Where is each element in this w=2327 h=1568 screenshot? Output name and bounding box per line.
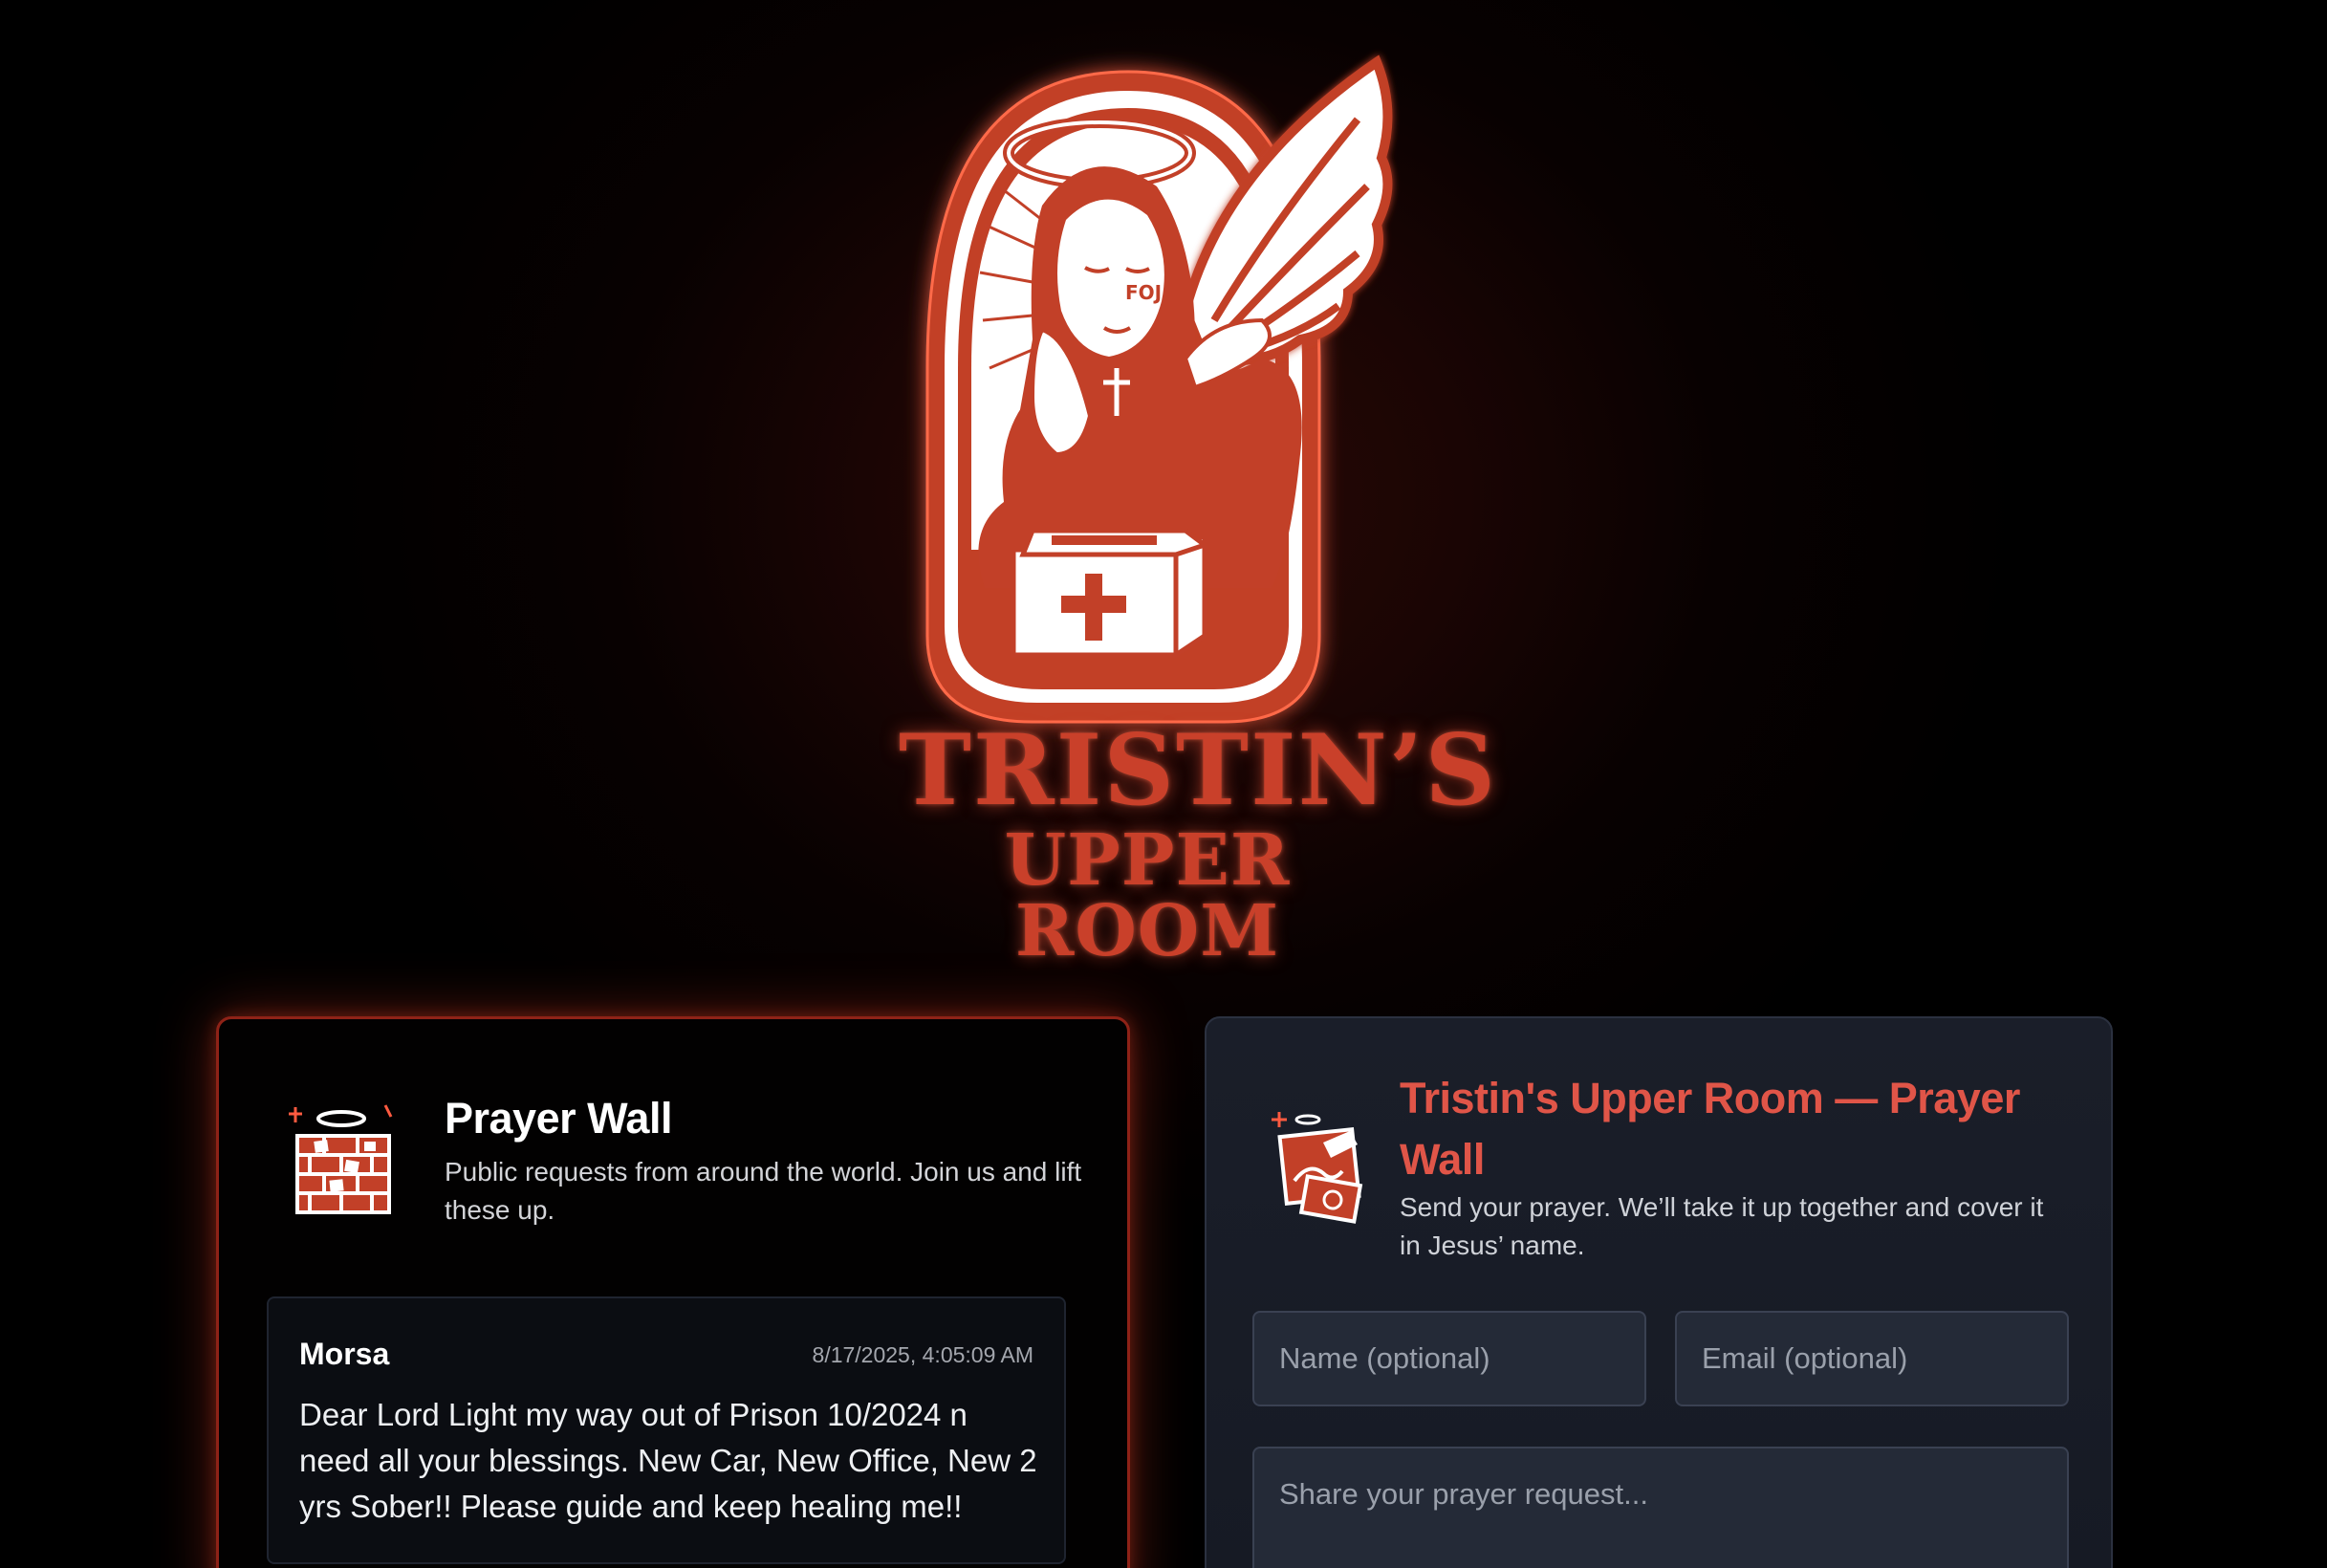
- request-timestamp: 8/17/2025, 4:05:09 AM: [812, 1342, 1033, 1367]
- request-author: Morsa: [299, 1337, 390, 1371]
- prayer-wall-title: Prayer Wall: [445, 1094, 672, 1143]
- brand-line-1: TRISTIN’S: [899, 713, 1498, 828]
- request-body: Dear Lord Light my way out of Prison 10/…: [299, 1397, 1037, 1524]
- prayer-request-item: Morsa 8/17/2025, 4:05:09 AM Dear Lord Li…: [267, 1296, 1066, 1564]
- prayer-wall-subtitle: Public requests from around the world. J…: [445, 1157, 1082, 1225]
- prayer-form-title: Tristin's Upper Room — Prayer Wall: [1400, 1074, 2020, 1184]
- prayer-form-subtitle: Send your prayer. We’ll take it up toget…: [1400, 1192, 2044, 1260]
- email-field[interactable]: [1675, 1311, 2069, 1406]
- prayer-note-icon: [1266, 1104, 1381, 1229]
- name-field[interactable]: [1252, 1311, 1646, 1406]
- prayer-form-card: Tristin's Upper Room — Prayer Wall Send …: [1205, 1016, 2113, 1568]
- brand-wordmark: TRISTIN’S UPPER ROOM: [899, 713, 1498, 972]
- prayer-request-field[interactable]: [1252, 1447, 2069, 1568]
- prayer-wall-bricks-icon: [286, 1098, 401, 1222]
- logo-tattoo-text: FOJ: [1125, 281, 1162, 304]
- brand-line-2: UPPER ROOM: [1004, 819, 1291, 972]
- prayer-wall-card: Prayer Wall Public requests from around …: [216, 1016, 1130, 1568]
- page: FOJ TRISTIN’S UPPER ROOM Prayer Wall Pub…: [0, 0, 2327, 1568]
